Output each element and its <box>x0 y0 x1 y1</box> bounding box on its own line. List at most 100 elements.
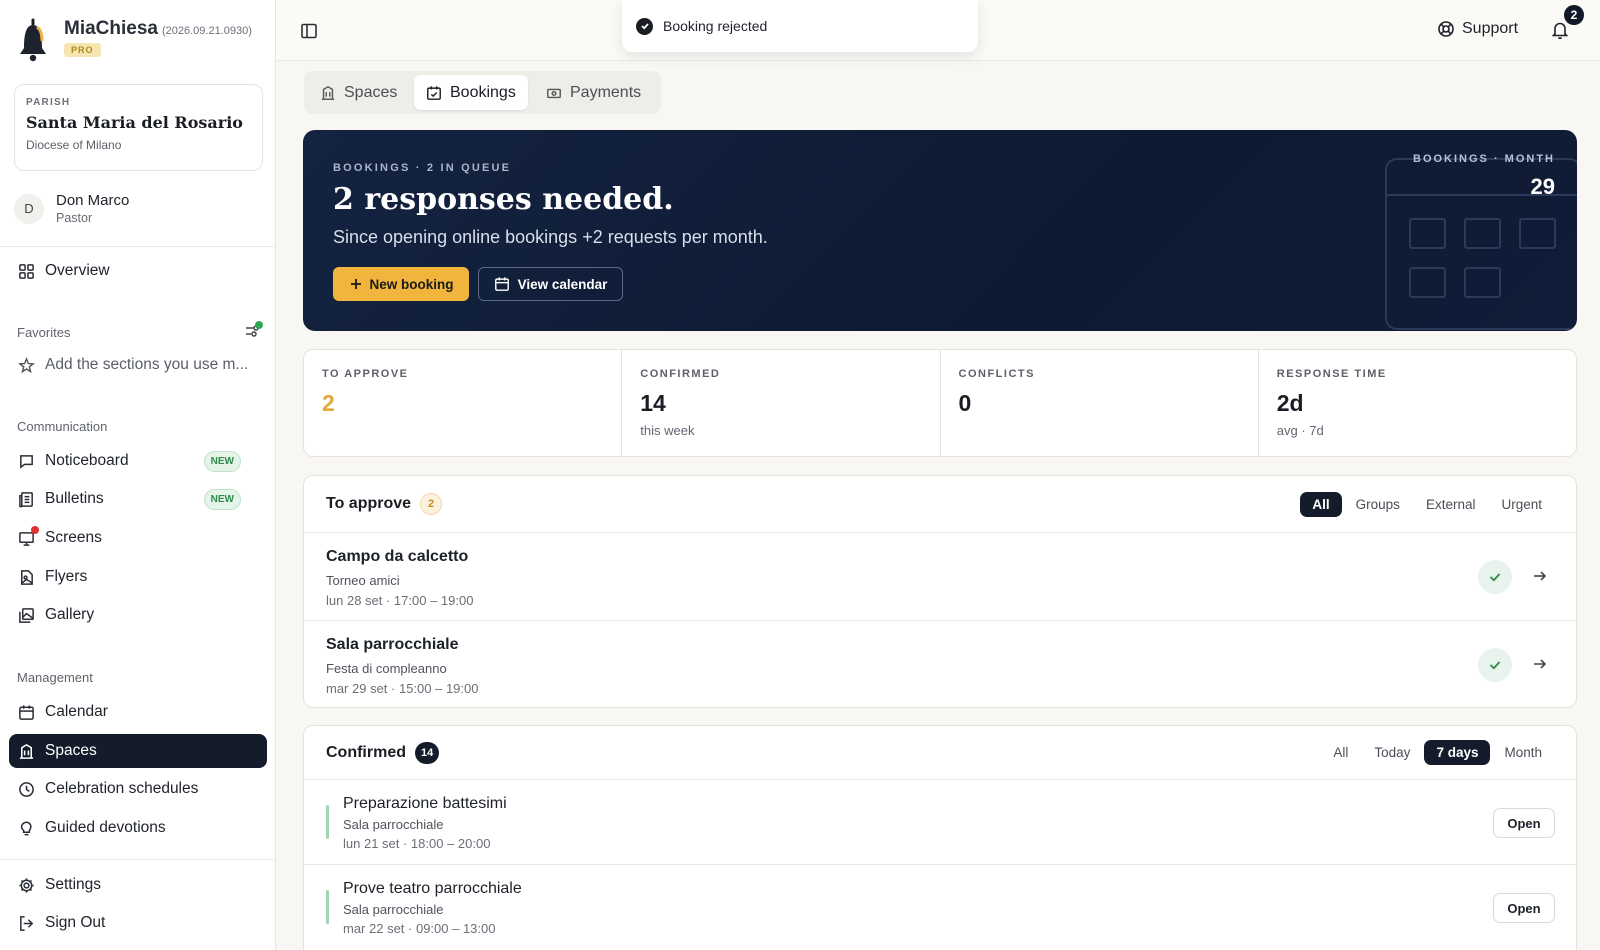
filter-all[interactable]: All <box>1321 740 1360 765</box>
toast-notification: Booking rejected <box>622 0 978 52</box>
tab-bookings[interactable]: Bookings <box>414 75 528 110</box>
sidebar-item-guided-devotions[interactable]: Guided devotions <box>9 811 267 845</box>
communication-label: Communication <box>17 419 108 434</box>
booking-request-row[interactable]: Campo da calcetto Torneo amici lun 28 se… <box>304 533 1576 621</box>
sidebar-item-screens[interactable]: Screens <box>9 521 267 555</box>
row-subtitle: Torneo amici <box>326 573 400 588</box>
confirmed-booking-row[interactable]: Prove teatro parrocchiale Sala parrocchi… <box>304 865 1576 950</box>
favorites-hint[interactable]: Add the sections you use m... <box>9 348 267 382</box>
panel-header: Confirmed 14 All Today 7 days Month <box>304 726 1576 780</box>
confirmed-booking-row[interactable]: Preparazione battesimi Sala parrocchiale… <box>304 780 1576 865</box>
tab-spaces[interactable]: Spaces <box>308 75 409 110</box>
filter-today[interactable]: Today <box>1362 740 1422 765</box>
check-icon <box>1489 661 1501 670</box>
hero-stat-value: 29 <box>1530 174 1555 199</box>
open-button[interactable]: Open <box>1493 808 1555 838</box>
hero-subtitle: Since opening online bookings +2 request… <box>333 227 768 247</box>
approve-button[interactable] <box>1478 560 1512 594</box>
bell-logo-icon <box>20 18 46 62</box>
sidebar-item-label: Guided devotions <box>45 819 166 836</box>
stat-label: CONFIRMED <box>640 368 721 380</box>
calendar-icon <box>19 704 34 720</box>
sidebar-item-flyers[interactable]: Flyers <box>9 560 267 594</box>
sidebar-item-label: Gallery <box>45 606 95 623</box>
filter-all[interactable]: All <box>1300 492 1342 517</box>
open-button[interactable]: Open <box>1493 893 1555 923</box>
section-tabs: Spaces Bookings Payments <box>304 71 661 114</box>
stat-response-time: RESPONSE TIME 2d avg · 7d <box>1259 350 1576 456</box>
view-calendar-button[interactable]: View calendar <box>478 267 623 301</box>
sidebar-item-label: Sign Out <box>45 914 106 931</box>
building-icon <box>321 85 335 100</box>
confirmed-filters: All Today 7 days Month <box>1319 740 1554 765</box>
lifebuoy-icon <box>1438 21 1454 37</box>
hero-stat-label: BOOKINGS · MONTH <box>1413 153 1555 165</box>
status-bar <box>326 890 329 924</box>
sidebar-item-spaces[interactable]: Spaces <box>9 734 267 768</box>
row-title: Campo da calcetto <box>326 548 469 565</box>
count-badge: 14 <box>415 741 440 764</box>
plus-icon <box>350 279 361 289</box>
arrow-right-icon[interactable] <box>1532 568 1548 584</box>
filter-external[interactable]: External <box>1414 492 1488 517</box>
tab-label: Payments <box>570 83 642 101</box>
tab-payments[interactable]: Payments <box>534 75 653 110</box>
newspaper-icon <box>19 491 33 507</box>
check-circle-icon <box>636 17 653 35</box>
row-time: mar 29 set · 15:00 – 19:00 <box>326 681 479 696</box>
support-button[interactable]: Support <box>1437 20 1518 38</box>
hero-title: 2 responses needed. <box>333 182 674 217</box>
view-calendar-label: View calendar <box>517 276 608 292</box>
row-subtitle: Sala parrocchiale <box>343 902 444 917</box>
sidebar-item-label: Noticeboard <box>45 452 129 469</box>
parish-card[interactable]: PARISH Santa Maria del Rosario Diocese o… <box>14 84 263 171</box>
user-profile[interactable]: D Don Marco Pastor <box>14 192 129 225</box>
notifications-bell-icon[interactable] <box>1551 20 1569 40</box>
sidebar-divider <box>0 246 276 247</box>
clock-icon <box>19 781 34 797</box>
toast-message: Booking rejected <box>663 18 768 34</box>
stat-label: CONFLICTS <box>958 368 1035 380</box>
approve-button[interactable] <box>1478 648 1512 682</box>
sidebar-item-label: Spaces <box>45 742 97 759</box>
sidebar-item-celebration-schedules[interactable]: Celebration schedules <box>9 772 267 806</box>
sidebar-item-settings[interactable]: Settings <box>9 868 267 902</box>
lightbulb-icon <box>20 820 32 835</box>
calendar-icon <box>494 277 509 291</box>
approve-filters: All Groups External Urgent <box>1298 492 1554 517</box>
favorites-label: Favorites <box>17 325 71 340</box>
user-role: Pastor <box>56 211 93 225</box>
count-badge: 2 <box>420 493 443 515</box>
tab-label: Bookings <box>450 83 516 101</box>
sidebar-item-calendar[interactable]: Calendar <box>9 695 267 729</box>
filter-7-days[interactable]: 7 days <box>1424 740 1491 765</box>
row-title: Preparazione battesimi <box>343 795 507 812</box>
sidebar-item-sign-out[interactable]: Sign Out <box>9 906 267 940</box>
brand[interactable]: MiaChiesa (2026.09.21.0930) PRO <box>16 18 252 62</box>
row-title: Prove teatro parrocchiale <box>343 880 522 897</box>
new-booking-label: New booking <box>369 276 454 292</box>
sidebar-item-label: Calendar <box>45 703 108 720</box>
sidebar-toggle-icon[interactable] <box>300 22 318 40</box>
panel-title: To approve <box>326 495 412 512</box>
bookings-hero-banner: BOOKINGS · 2 IN QUEUE 2 responses needed… <box>303 130 1577 331</box>
panel-header: To approve 2 All Groups External Urgent <box>304 476 1576 533</box>
stat-conflicts: CONFLICTS 0 <box>941 350 1259 456</box>
parish-diocese: Diocese of Milano <box>26 138 122 152</box>
new-booking-button[interactable]: New booking <box>333 267 469 301</box>
stat-to-approve: TO APPROVE 2 <box>304 350 623 456</box>
filter-urgent[interactable]: Urgent <box>1489 492 1554 517</box>
sidebar-item-label: Overview <box>45 262 110 279</box>
grid-icon <box>19 263 34 279</box>
stat-value: 2 <box>322 390 335 416</box>
panel-title: Confirmed <box>326 743 406 761</box>
filter-groups[interactable]: Groups <box>1344 492 1412 517</box>
notifications-count: 2 <box>1564 5 1584 25</box>
sidebar-item-overview[interactable]: Overview <box>9 254 267 288</box>
user-name: Don Marco <box>56 192 130 209</box>
sidebar-item-label: Celebration schedules <box>45 780 199 797</box>
sidebar-item-gallery[interactable]: Gallery <box>9 598 267 632</box>
booking-request-row[interactable]: Sala parrocchiale Festa di compleanno ma… <box>304 621 1576 707</box>
filter-month[interactable]: Month <box>1492 740 1554 765</box>
arrow-right-icon[interactable] <box>1532 656 1548 672</box>
